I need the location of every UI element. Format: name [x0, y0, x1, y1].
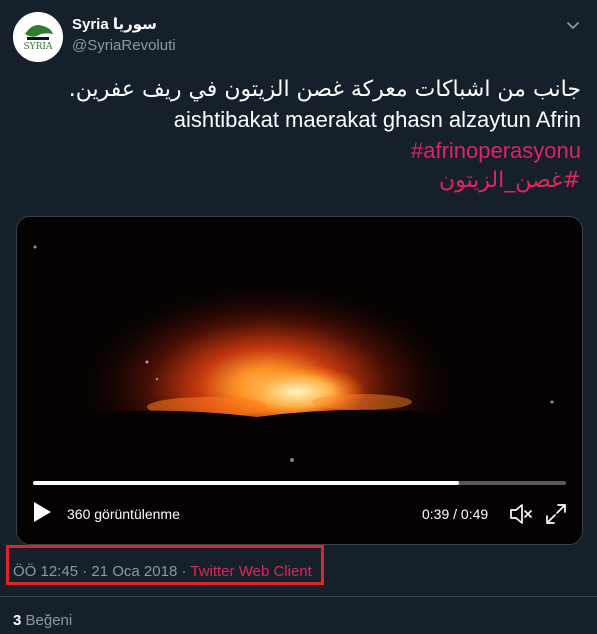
- video-player[interactable]: 360 görüntülenme 0:39 / 0:49: [16, 216, 583, 545]
- tweet-time[interactable]: ÖÖ 12:45: [13, 563, 78, 580]
- play-icon[interactable]: [31, 500, 53, 524]
- meta-separator: ·: [181, 563, 187, 580]
- video-progress-bar[interactable]: [33, 481, 566, 485]
- tweet-text-arabic: جانب من اشباكات معركة غصن الزيتون في ريف…: [68, 77, 581, 102]
- hashtag-link-arabic[interactable]: #غصن_الزيتون: [439, 168, 581, 193]
- video-time: 0:39 / 0:49: [422, 506, 489, 522]
- hashtag-link[interactable]: #afrinoperasyonu: [411, 138, 581, 164]
- avatar[interactable]: SYRIA: [13, 12, 63, 62]
- meta-separator: ·: [82, 563, 88, 580]
- video-progress-fill: [33, 481, 460, 485]
- video-frame: [17, 217, 582, 544]
- author-handle[interactable]: @SyriaRevoluti: [72, 37, 176, 54]
- fullscreen-icon[interactable]: [545, 503, 567, 525]
- divider: [0, 596, 597, 597]
- volume-icon[interactable]: [507, 501, 533, 527]
- tweet-client-link[interactable]: Twitter Web Client: [190, 563, 311, 580]
- tweet-meta: ÖÖ 12:45 · 21 Oca 2018 · Twitter Web Cli…: [13, 563, 312, 580]
- likes-count-link[interactable]: 3 Beğeni: [13, 612, 72, 629]
- chevron-down-icon[interactable]: [565, 17, 581, 33]
- likes-label: Beğeni: [25, 612, 73, 629]
- likes-number: 3: [13, 612, 22, 629]
- tweet-date[interactable]: 21 Oca 2018: [91, 563, 177, 580]
- avatar-logo-text: SYRIA: [23, 42, 53, 52]
- author-display-name[interactable]: Syria سوريا: [72, 15, 157, 33]
- tweet: SYRIA Syria سوريا @SyriaRevoluti جانب من…: [0, 0, 597, 634]
- video-view-count: 360 görüntülenme: [67, 506, 180, 522]
- tweet-text-latin: aishtibakat maerakat ghasn alzaytun Afri…: [173, 107, 581, 132]
- avatar-logo: [13, 12, 63, 62]
